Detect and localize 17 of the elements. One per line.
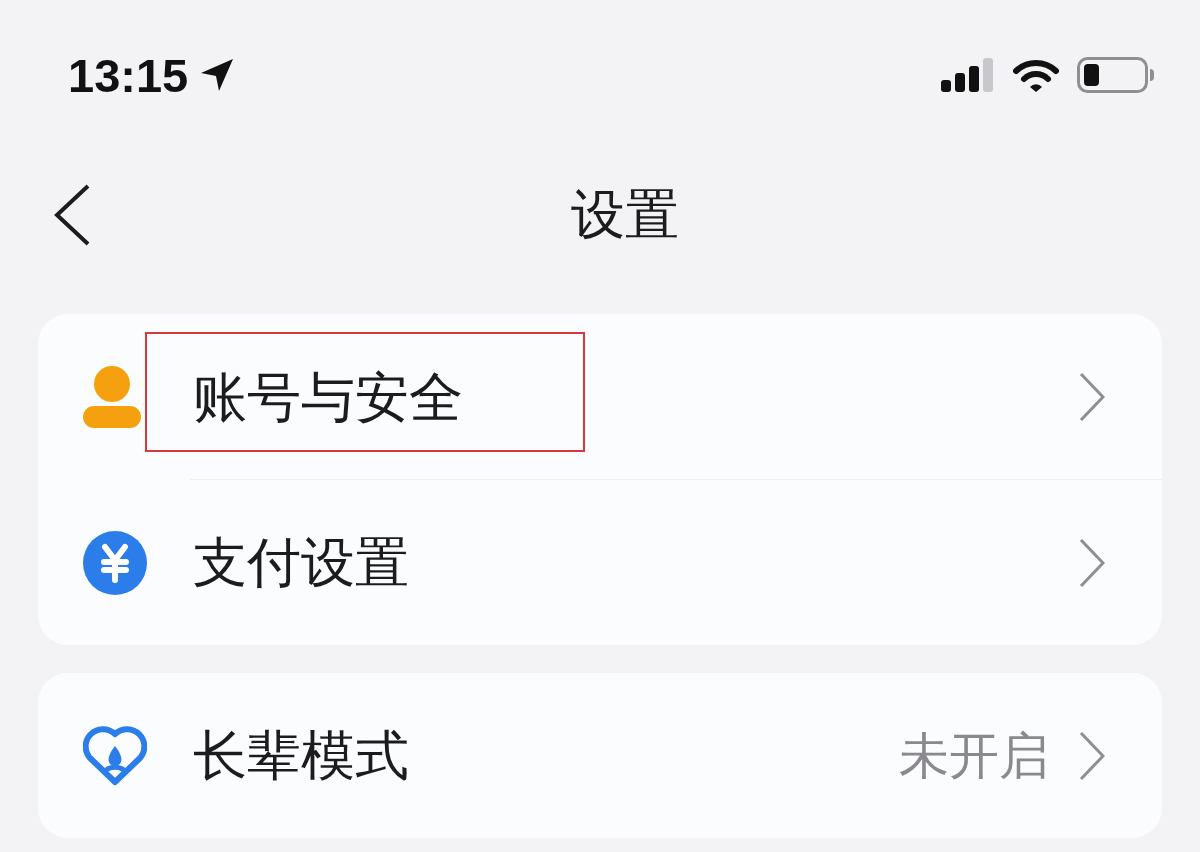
row-label: 长辈模式 <box>193 723 409 788</box>
wifi-icon <box>1013 58 1059 92</box>
yen-coin-icon <box>83 530 147 595</box>
person-icon <box>83 365 141 428</box>
chevron-right-icon <box>1079 731 1105 780</box>
heart-drop-icon <box>83 725 147 786</box>
page-title: 设置 <box>570 182 680 248</box>
row-label: 支付设置 <box>193 530 409 595</box>
status-time: 13:15 <box>68 51 189 99</box>
battery-icon <box>1077 57 1155 93</box>
chevron-right-icon <box>1079 372 1105 421</box>
location-arrow-icon <box>200 58 235 92</box>
row-label: 账号与安全 <box>193 364 463 430</box>
chevron-left-icon <box>54 184 90 246</box>
signal-icon <box>941 58 995 92</box>
row-value: 未开启 <box>899 725 1049 786</box>
chevron-right-icon <box>1079 538 1105 587</box>
